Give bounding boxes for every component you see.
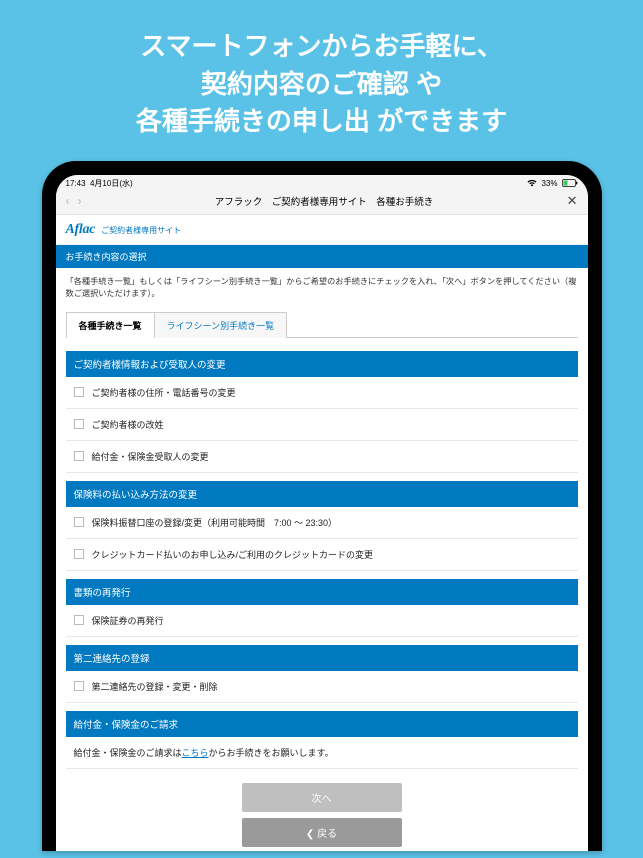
item-label: クレジットカード払いのお申し込み/ご利用のクレジットカードの変更: [92, 548, 374, 561]
list-item[interactable]: ご契約者様の改姓: [66, 409, 578, 441]
brand-bar: Aflac ご契約者様専用サイト: [56, 215, 588, 245]
section-header-second-contact: 第二連絡先の登録: [66, 645, 578, 671]
checkbox[interactable]: [74, 387, 84, 397]
tab-all-procedures[interactable]: 各種手続き一覧: [66, 312, 155, 338]
section-header-reissue: 書類の再発行: [66, 579, 578, 605]
status-date: 4月10日(水): [90, 179, 133, 188]
button-row: 次へ ❮ 戻る: [66, 769, 578, 847]
wifi-icon: [527, 179, 537, 189]
checkbox[interactable]: [74, 451, 84, 461]
claims-note: 給付金・保険金のご請求はこちらからお手続きをお願いします。: [66, 737, 578, 769]
claims-note-pre: 給付金・保険金のご請求は: [74, 748, 182, 758]
checkbox[interactable]: [74, 549, 84, 559]
close-icon[interactable]: ✕: [567, 193, 578, 209]
promo-text: スマートフォンからお手軽に、 契約内容のご確認 や 各種手続きの申し出 ができま…: [116, 0, 527, 161]
list-item[interactable]: 第二連絡先の登録・変更・削除: [66, 671, 578, 703]
back-button[interactable]: ❮ 戻る: [242, 818, 402, 847]
checkbox[interactable]: [74, 615, 84, 625]
promo-line-2: 契約内容のご確認 や: [136, 66, 507, 104]
brand-subtitle: ご契約者様専用サイト: [101, 225, 181, 236]
nav-title: アフラック ご契約者様専用サイト 各種お手続き: [82, 194, 567, 208]
tablet-frame: 17:43 4月10日(水) 33% ‹ › アフラック ご契約者様専用サイト …: [42, 161, 602, 851]
section-header-payment-method: 保険料の払い込み方法の変更: [66, 481, 578, 507]
item-label: ご契約者様の住所・電話番号の変更: [92, 386, 236, 399]
page-header: お手続き内容の選択: [56, 245, 588, 268]
tablet-screen: 17:43 4月10日(水) 33% ‹ › アフラック ご契約者様専用サイト …: [56, 175, 588, 851]
item-label: 保険証券の再発行: [92, 614, 164, 627]
brand-logo: Aflac: [66, 222, 96, 238]
next-button[interactable]: 次へ: [242, 783, 402, 812]
instruction-text: 「各種手続き一覧」もしくは「ライフシーン別手続き一覧」からご希望のお手続きにチェ…: [56, 268, 588, 311]
item-label: 保険料振替口座の登録/変更（利用可能時間 7:00 ～ 23:30）: [92, 516, 338, 529]
list-item[interactable]: クレジットカード払いのお申し込み/ご利用のクレジットカードの変更: [66, 539, 578, 571]
nav-back-icon[interactable]: ‹: [66, 194, 70, 208]
sections: ご契約者様情報および受取人の変更 ご契約者様の住所・電話番号の変更 ご契約者様の…: [56, 337, 588, 847]
section-header-contractor-info: ご契約者様情報および受取人の変更: [66, 351, 578, 377]
battery-icon: [562, 179, 578, 189]
checkbox[interactable]: [74, 517, 84, 527]
list-item[interactable]: 保険料振替口座の登録/変更（利用可能時間 7:00 ～ 23:30）: [66, 507, 578, 539]
item-label: ご契約者様の改姓: [92, 418, 164, 431]
section-header-claims: 給付金・保険金のご請求: [66, 711, 578, 737]
list-item[interactable]: 保険証券の再発行: [66, 605, 578, 637]
checkbox[interactable]: [74, 681, 84, 691]
claims-link[interactable]: こちら: [182, 748, 209, 758]
item-label: 第二連絡先の登録・変更・削除: [92, 680, 218, 693]
status-right: 33%: [527, 179, 577, 189]
tab-bar: 各種手続き一覧 ライフシーン別手続き一覧: [56, 311, 588, 337]
nav-bar: ‹ › アフラック ご契約者様専用サイト 各種お手続き ✕: [56, 190, 588, 215]
checkbox[interactable]: [74, 419, 84, 429]
page-content: Aflac ご契約者様専用サイト お手続き内容の選択 「各種手続き一覧」もしくは…: [56, 215, 588, 851]
status-battery: 33%: [541, 179, 557, 188]
tab-life-scene[interactable]: ライフシーン別手続き一覧: [155, 312, 288, 338]
promo-line-3: 各種手続きの申し出 ができます: [136, 103, 507, 141]
item-label: 給付金・保険金受取人の変更: [92, 450, 209, 463]
status-left: 17:43 4月10日(水): [66, 178, 133, 189]
promo-line-1: スマートフォンからお手軽に、: [136, 28, 507, 66]
list-item[interactable]: 給付金・保険金受取人の変更: [66, 441, 578, 473]
status-time: 17:43: [66, 179, 86, 188]
list-item[interactable]: ご契約者様の住所・電話番号の変更: [66, 377, 578, 409]
claims-note-post: からお手続きをお願いします。: [209, 748, 334, 758]
status-bar: 17:43 4月10日(水) 33%: [56, 175, 588, 190]
